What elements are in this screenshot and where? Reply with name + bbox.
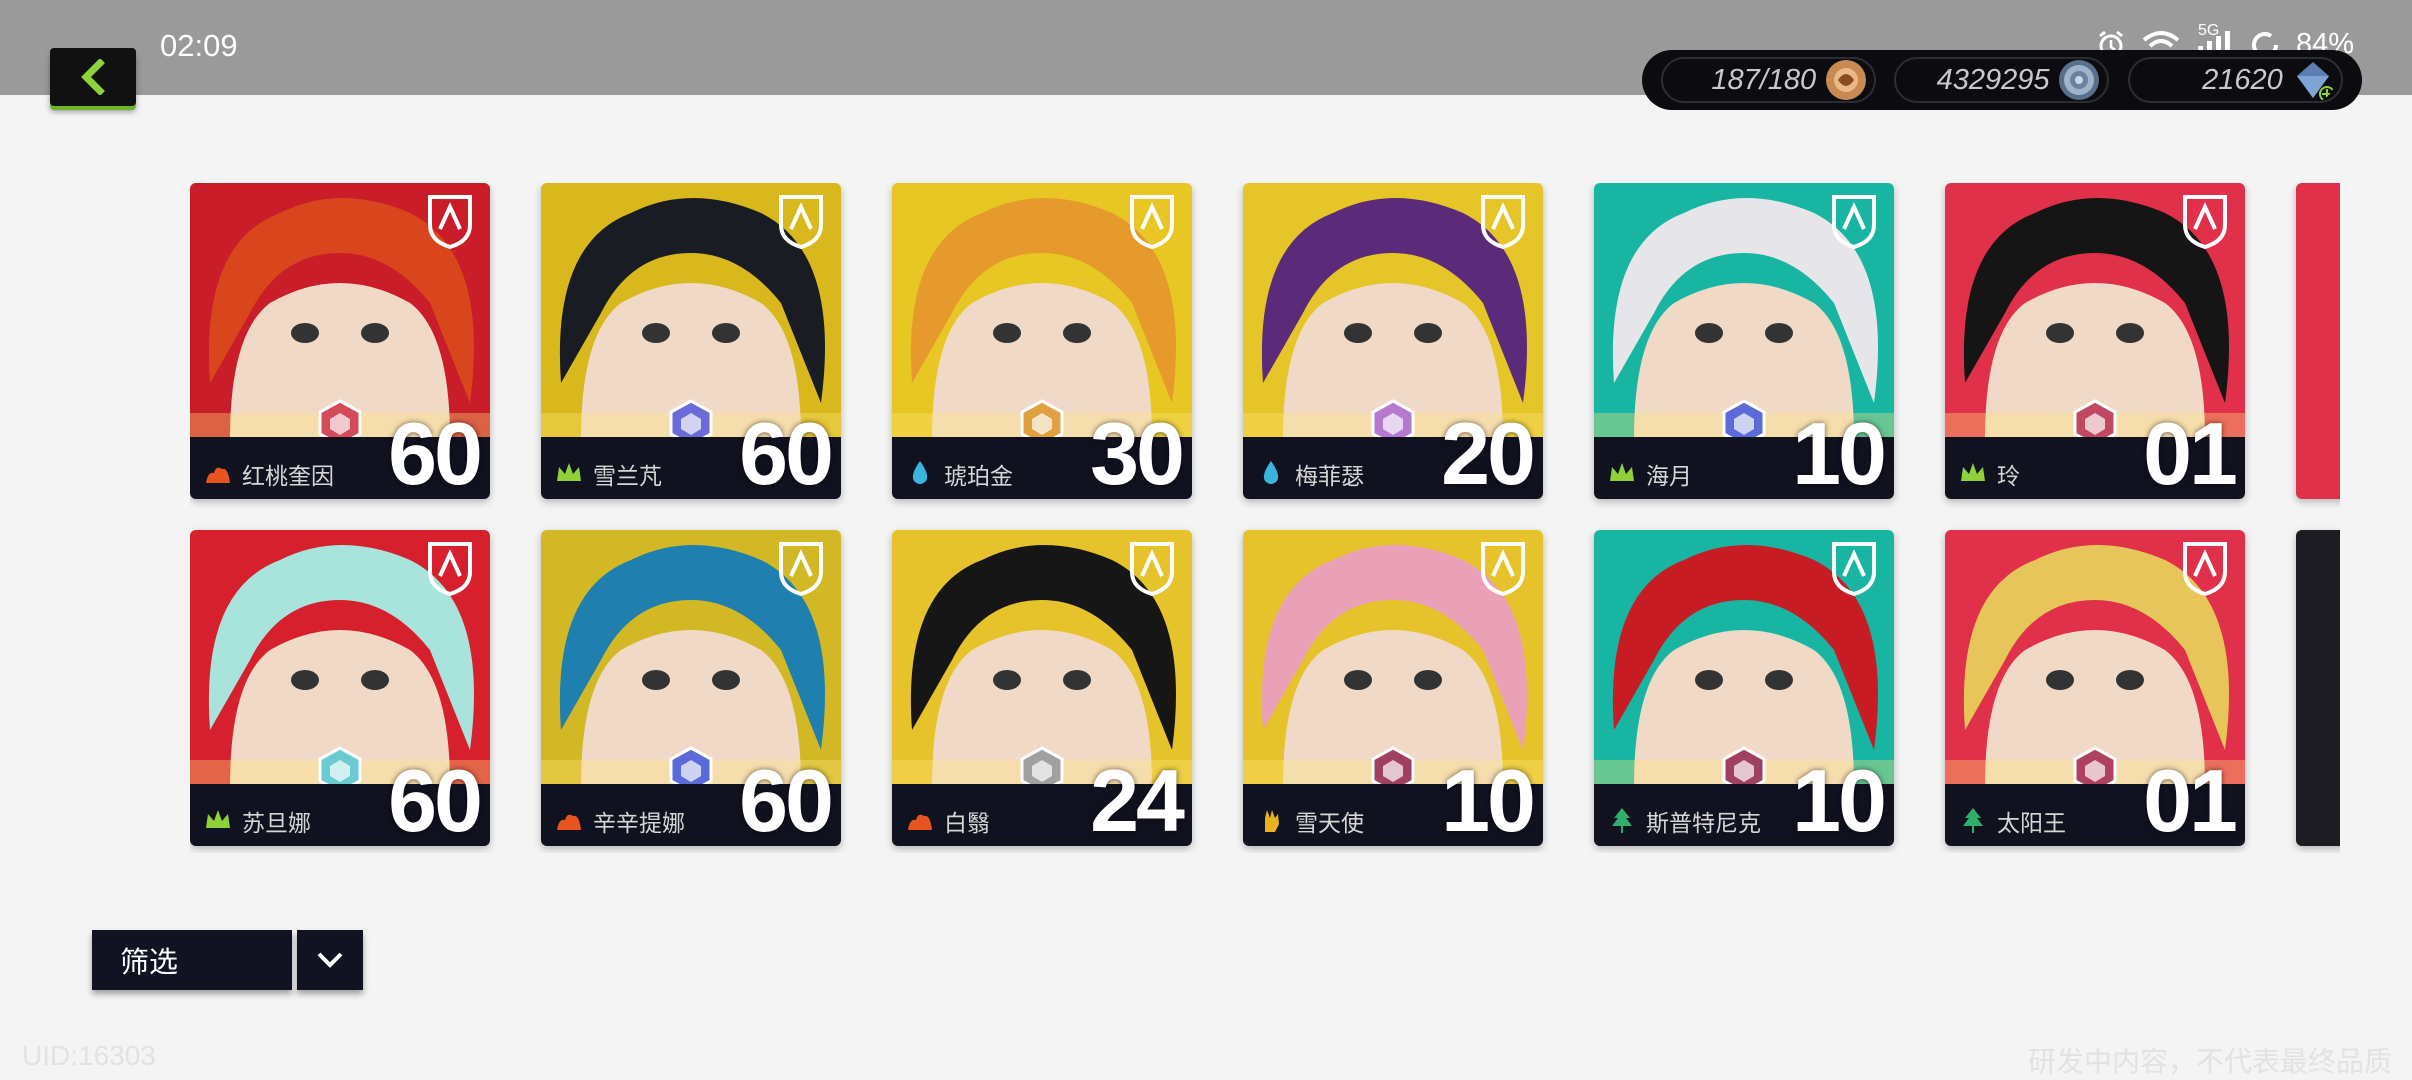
character-card[interactable]: 琥珀金 30 xyxy=(892,183,1192,499)
filter-button[interactable]: 筛选 xyxy=(92,930,292,990)
character-card-partial[interactable] xyxy=(2296,183,2340,499)
dev-disclaimer: 研发中内容，不代表最终品质 xyxy=(2027,1045,2392,1078)
resource-value: 4329295 xyxy=(1936,63,2050,96)
resource-stamina[interactable]: 187/180 xyxy=(1661,57,1877,103)
water-drop-icon xyxy=(906,459,934,487)
tree-icon xyxy=(1959,806,1987,834)
gem-icon xyxy=(2296,62,2335,102)
class-emblem-icon xyxy=(1130,195,1174,249)
resource-coins[interactable]: 4329295 xyxy=(1894,57,2110,103)
class-emblem-icon xyxy=(1481,542,1525,596)
class-emblem-icon xyxy=(779,542,823,596)
tree-icon xyxy=(1608,806,1636,834)
crown-icon xyxy=(1959,459,1987,487)
character-card[interactable]: 雪天使 10 xyxy=(1243,530,1543,846)
character-level: 10 xyxy=(1441,751,1536,846)
chevron-left-icon xyxy=(81,59,105,95)
character-name: 红桃奎因 xyxy=(242,464,334,490)
character-level: 60 xyxy=(388,751,483,846)
character-level: 10 xyxy=(1792,751,1887,846)
class-emblem-icon xyxy=(2183,195,2227,249)
character-level: 60 xyxy=(739,751,834,846)
class-emblem-icon xyxy=(1832,195,1876,249)
network-type-label: 5G xyxy=(2197,21,2220,39)
character-level: 20 xyxy=(1441,404,1536,499)
character-card[interactable]: 雪兰芃 60 xyxy=(541,183,841,499)
resource-gems[interactable]: 21620 xyxy=(2127,57,2343,103)
class-emblem-icon xyxy=(428,195,472,249)
fire-icon xyxy=(906,806,934,834)
character-level: 10 xyxy=(1792,404,1887,499)
character-card[interactable]: 白翳 24 xyxy=(892,530,1192,846)
class-emblem-icon xyxy=(1832,542,1876,596)
hand-icon xyxy=(1257,806,1285,834)
clock: 02:09 xyxy=(160,28,238,63)
class-emblem-icon xyxy=(779,195,823,249)
coin-icon xyxy=(2059,60,2100,100)
character-name: 雪兰芃 xyxy=(593,464,662,490)
character-card[interactable]: 辛辛提娜 60 xyxy=(541,530,841,846)
character-card[interactable]: 海月 10 xyxy=(1594,183,1894,499)
filter-label: 筛选 xyxy=(120,945,179,979)
character-card[interactable]: 太阳王 01 xyxy=(1945,530,2245,846)
character-level: 24 xyxy=(1090,751,1185,846)
character-name: 苏旦娜 xyxy=(242,811,311,837)
resource-value: 21620 xyxy=(2202,63,2283,96)
character-level: 01 xyxy=(2143,404,2238,499)
character-card[interactable]: 玲 01 xyxy=(1945,183,2245,499)
character-card-partial[interactable] xyxy=(2296,530,2340,846)
character-name: 梅菲瑟 xyxy=(1295,464,1364,490)
class-emblem-icon xyxy=(1130,542,1174,596)
crown-icon xyxy=(1608,459,1636,487)
character-card[interactable]: 红桃奎因 60 xyxy=(190,183,490,499)
fire-icon xyxy=(204,459,232,487)
character-name: 白翳 xyxy=(944,811,990,837)
character-name: 雪天使 xyxy=(1295,811,1364,837)
fire-icon xyxy=(555,806,583,834)
stamina-icon xyxy=(1826,60,1867,100)
class-emblem-icon xyxy=(1481,195,1525,249)
character-name: 琥珀金 xyxy=(944,464,1013,490)
filter-dropdown-button[interactable] xyxy=(297,930,363,990)
character-card[interactable]: 苏旦娜 60 xyxy=(190,530,490,846)
back-button[interactable] xyxy=(50,48,136,106)
resource-value: 187/180 xyxy=(1711,63,1817,96)
user-id: UID:16303 xyxy=(22,1040,156,1071)
character-level: 30 xyxy=(1090,404,1185,499)
character-name: 辛辛提娜 xyxy=(593,811,685,837)
character-level: 01 xyxy=(2143,751,2238,846)
character-card[interactable]: 梅菲瑟 20 xyxy=(1243,183,1543,499)
character-card[interactable]: 斯普特尼克 10 xyxy=(1594,530,1894,846)
character-level: 60 xyxy=(739,404,834,499)
character-name: 玲 xyxy=(1997,464,2020,490)
character-name: 海月 xyxy=(1646,464,1692,490)
crown-icon xyxy=(204,806,232,834)
chevron-down-icon xyxy=(317,952,343,968)
resource-bar: 187/180 4329295 21620 xyxy=(1642,50,2362,110)
crown-icon xyxy=(555,459,583,487)
class-emblem-icon xyxy=(428,542,472,596)
character-name: 太阳王 xyxy=(1997,811,2066,837)
character-grid: 红桃奎因 60 雪兰芃 60 琥珀金 30 梅菲瑟 20 海月 10 玲 01 … xyxy=(190,183,2340,853)
water-drop-icon xyxy=(1257,459,1285,487)
character-level: 60 xyxy=(388,404,483,499)
class-emblem-icon xyxy=(2183,542,2227,596)
character-name: 斯普特尼克 xyxy=(1646,811,1761,837)
